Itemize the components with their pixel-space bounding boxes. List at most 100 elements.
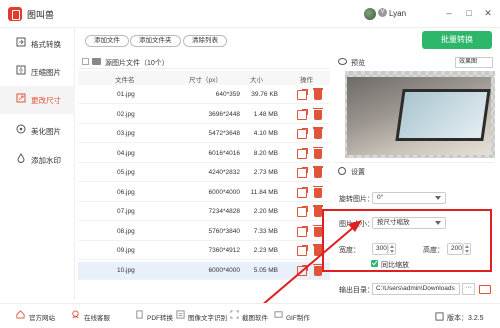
file-size: 2.73 MB — [253, 169, 278, 176]
table-row[interactable]: 03.jpg 5472*3648 4.10 MB — [78, 125, 330, 143]
file-dimensions: 4240*2832 — [208, 169, 240, 176]
sidebar-item-label: 格式转换 — [31, 40, 61, 49]
file-size: 4.10 MB — [253, 130, 278, 137]
file-size: 7.33 MB — [253, 227, 278, 235]
preview-mode-select[interactable]: 效果图 — [455, 57, 493, 68]
beautify-icon — [16, 124, 26, 134]
table-row[interactable]: 09.jpg 7360*4912 2.23 MB — [78, 242, 330, 260]
highlight-box — [322, 209, 492, 272]
open-external-icon[interactable] — [297, 206, 308, 217]
file-dimensions: 7234*4828 — [208, 208, 240, 215]
delete-icon[interactable] — [313, 205, 323, 217]
sidebar-item-label: 添加水印 — [31, 156, 61, 165]
table-row[interactable]: 04.jpg 6016*4016 8.20 MB — [78, 144, 330, 163]
delete-icon[interactable] — [313, 224, 323, 237]
table-row[interactable]: 01.jpg 640*359 39.76 KB — [78, 86, 330, 104]
add-folder-button[interactable]: 添加文件夹 — [130, 35, 181, 47]
open-external-icon[interactable] — [297, 89, 308, 100]
table-row[interactable]: 06.jpg 6000*4000 11.84 MB — [78, 183, 330, 202]
pdf-icon — [136, 310, 143, 319]
user-name[interactable]: Lyan — [389, 9, 406, 18]
sidebar-item-format-convert[interactable]: 格式转换 — [0, 30, 75, 58]
app-logo-icon — [8, 7, 22, 21]
delete-icon[interactable] — [313, 244, 323, 256]
gif-icon — [274, 311, 283, 318]
output-dir-input[interactable]: C:\Users\admin\Downloads — [372, 283, 460, 295]
browse-button[interactable]: ··· — [462, 283, 475, 295]
file-dimensions: 5760*3840 — [208, 227, 240, 235]
column-header-size: 大小 — [250, 77, 263, 84]
version-icon — [435, 312, 444, 321]
support-icon — [72, 310, 79, 319]
rotate-select[interactable]: 0° — [372, 192, 446, 204]
table-row[interactable]: 10.jpg 6000*4000 5.05 MB — [78, 261, 330, 280]
delete-icon[interactable] — [313, 127, 323, 139]
open-external-icon[interactable] — [297, 264, 308, 276]
bottom-link-website[interactable]: 官方网站 — [29, 312, 55, 322]
open-external-icon[interactable] — [297, 186, 308, 198]
file-size: 5.05 MB — [253, 266, 278, 274]
bottom-link-screenshot[interactable]: 截图软件 — [242, 312, 268, 322]
file-size: 2.20 MB — [253, 208, 278, 215]
sidebar-item-watermark[interactable]: 添加水印 — [0, 146, 75, 174]
table-row[interactable]: 08.jpg 5760*3840 7.33 MB — [78, 222, 330, 241]
compress-icon — [16, 65, 26, 75]
output-dir-label: 输出目录： — [339, 287, 374, 294]
file-size: 1.48 MB — [253, 110, 278, 118]
close-icon[interactable]: ✕ — [481, 6, 495, 20]
version-label: 版本：3.2.5 — [447, 315, 484, 322]
delete-icon[interactable] — [313, 88, 323, 100]
file-dimensions: 6000*4000 — [208, 188, 240, 196]
open-external-icon[interactable] — [297, 245, 308, 256]
bottom-link-pdf[interactable]: PDF转换 — [147, 312, 173, 322]
file-dimensions: 6000*4000 — [208, 266, 240, 274]
delete-icon[interactable] — [313, 146, 323, 159]
add-file-button[interactable]: 添加文件 — [85, 35, 129, 47]
sidebar-item-resize[interactable]: 更改尺寸 — [0, 86, 75, 114]
open-external-icon[interactable] — [297, 147, 308, 159]
table-row[interactable]: 02.jpg 3696*2448 1.48 MB — [78, 105, 330, 124]
open-external-icon[interactable] — [297, 225, 308, 237]
minimize-icon[interactable]: – — [442, 6, 456, 20]
file-dimensions: 640*359 — [215, 91, 240, 98]
file-dimensions: 5472*3648 — [208, 130, 240, 137]
vip-icon[interactable]: V — [378, 8, 387, 17]
format-convert-icon — [16, 37, 26, 47]
delete-icon[interactable] — [313, 185, 323, 198]
file-name: 07.jpg — [117, 208, 135, 215]
table-row[interactable]: 07.jpg 7234*4828 2.20 MB — [78, 203, 330, 221]
bottom-link-support[interactable]: 在线客服 — [84, 312, 110, 322]
file-dimensions: 3696*2448 — [208, 110, 240, 118]
clear-list-button[interactable]: 清除列表 — [183, 35, 227, 47]
sidebar-item-beautify[interactable]: 美化图片 — [0, 117, 75, 145]
delete-icon[interactable] — [313, 107, 323, 120]
avatar[interactable] — [364, 8, 376, 20]
select-all-checkbox[interactable] — [82, 58, 89, 65]
file-size: 8.20 MB — [253, 149, 278, 157]
sidebar: 格式转换 压缩图片 更改尺寸 美化图片 添加水印 — [0, 28, 75, 300]
open-external-icon[interactable] — [297, 128, 308, 139]
title-bar: 图叫兽 V Lyan – □ ✕ — [0, 0, 500, 28]
sidebar-item-compress[interactable]: 压缩图片 — [0, 58, 75, 86]
bottom-link-ocr[interactable]: 图像文字识别 — [188, 312, 227, 322]
delete-icon[interactable] — [313, 263, 323, 276]
batch-convert-button[interactable]: 批量转换 — [422, 31, 492, 49]
screenshot-icon — [230, 310, 239, 319]
bottom-link-gif[interactable]: GIF制作 — [286, 312, 310, 322]
file-size: 11.84 MB — [250, 188, 278, 196]
file-list-header: 源图片文件（10个） — [78, 55, 330, 69]
maximize-icon[interactable]: □ — [462, 6, 476, 20]
open-external-icon[interactable] — [297, 167, 308, 178]
column-header-dimensions: 尺寸（px） — [189, 77, 222, 84]
open-external-icon[interactable] — [297, 108, 308, 120]
delete-icon[interactable] — [313, 166, 323, 178]
sidebar-item-label: 美化图片 — [31, 127, 61, 136]
file-name: 04.jpg — [117, 149, 135, 157]
rotate-select-value: 0° — [377, 194, 384, 201]
eye-icon — [338, 58, 347, 65]
watermark-icon — [17, 153, 25, 163]
file-size: 39.76 KB — [251, 91, 278, 98]
open-folder-icon[interactable] — [479, 285, 491, 294]
table-row[interactable]: 05.jpg 4240*2832 2.73 MB — [78, 164, 330, 182]
file-name: 02.jpg — [117, 110, 135, 118]
